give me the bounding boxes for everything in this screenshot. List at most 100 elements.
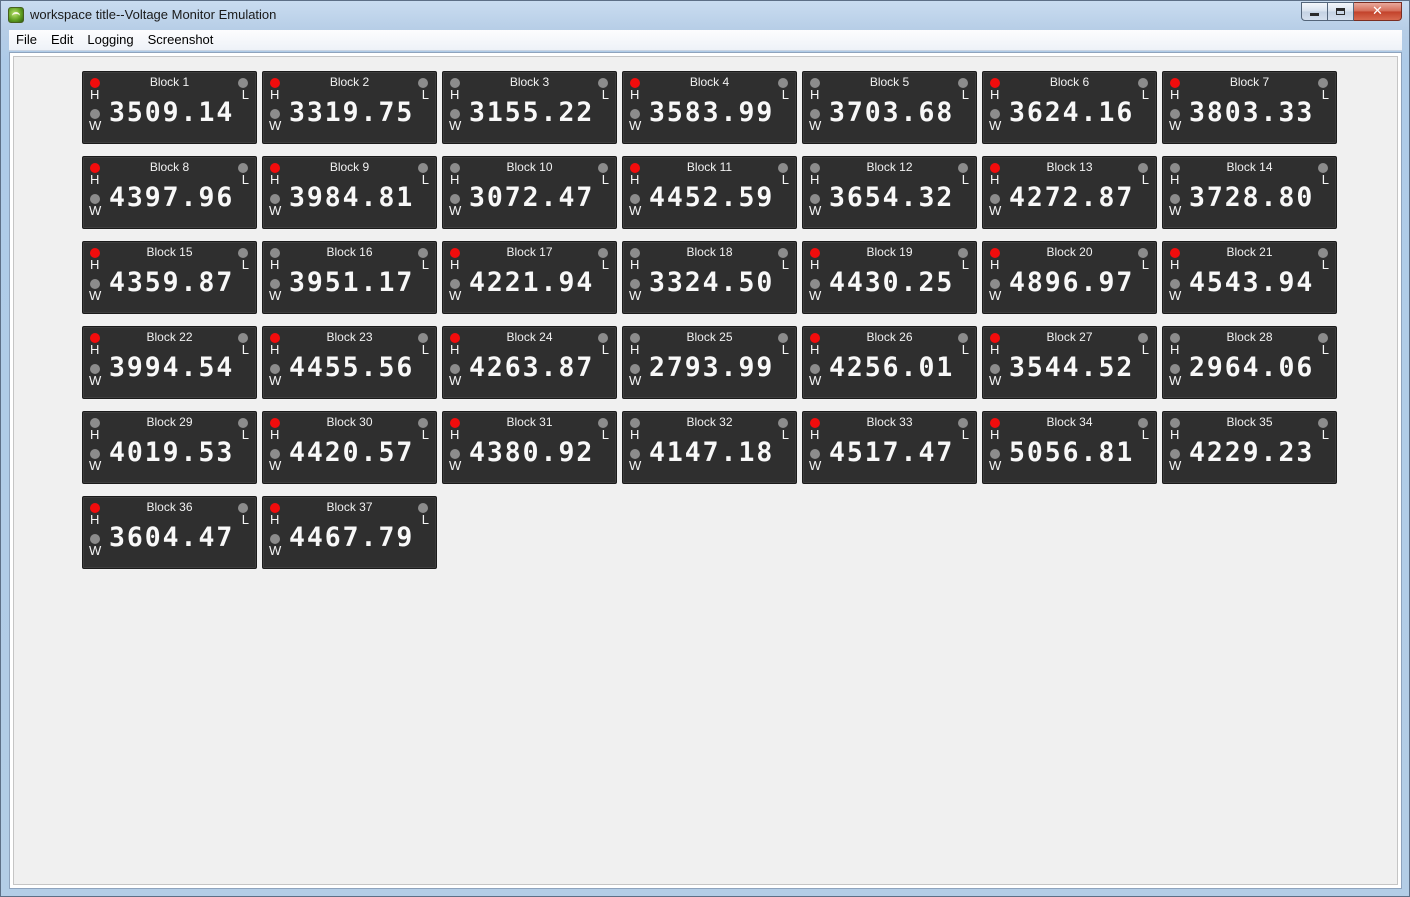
low-label: L [961, 257, 969, 272]
voltage-block[interactable]: Block 28 H W L 2964.06 [1162, 326, 1337, 399]
voltage-readout: 3583.99 [649, 97, 775, 128]
voltage-block[interactable]: Block 2 H W L 3319.75 [262, 71, 437, 144]
low-label: L [421, 512, 429, 527]
high-label: H [270, 427, 280, 442]
voltage-block[interactable]: Block 9 H W L 3984.81 [262, 156, 437, 229]
voltage-block[interactable]: Block 19 H W L 4430.25 [802, 241, 977, 314]
minimize-icon [1310, 12, 1319, 16]
high-label: H [810, 172, 820, 187]
block-title: Block 30 [326, 415, 373, 429]
low-label: L [601, 257, 609, 272]
low-label: L [241, 342, 249, 357]
menu-logging[interactable]: Logging [80, 30, 140, 50]
voltage-block[interactable]: Block 17 H W L 4221.94 [442, 241, 617, 314]
voltage-block[interactable]: Block 22 H W L 3994.54 [82, 326, 257, 399]
block-title: Block 3 [509, 75, 550, 89]
voltage-block[interactable]: Block 5 H W L 3703.68 [802, 71, 977, 144]
minimize-button[interactable] [1301, 2, 1328, 21]
warning-label: W [269, 288, 282, 303]
block-title: Block 18 [686, 245, 733, 259]
high-label: H [450, 172, 460, 187]
app-window: workspace title--Voltage Monitor Emulati… [0, 0, 1410, 897]
high-label: H [1170, 87, 1180, 102]
high-label: H [270, 512, 280, 527]
voltage-block[interactable]: Block 32 H W L 4147.18 [622, 411, 797, 484]
warning-label: W [809, 288, 822, 303]
voltage-block[interactable]: Block 8 H W L 4397.96 [82, 156, 257, 229]
block-title: Block 14 [1226, 160, 1273, 174]
voltage-block[interactable]: Block 24 H W L 4263.87 [442, 326, 617, 399]
voltage-block[interactable]: Block 29 H W L 4019.53 [82, 411, 257, 484]
block-title: Block 28 [1226, 330, 1273, 344]
block-title: Block 17 [506, 245, 553, 259]
voltage-readout: 4147.18 [649, 437, 775, 468]
voltage-readout: 3728.80 [1189, 182, 1315, 213]
block-title: Block 29 [146, 415, 193, 429]
low-label: L [781, 87, 789, 102]
voltage-block[interactable]: Block 3 H W L 3155.22 [442, 71, 617, 144]
close-button[interactable]: ✕ [1354, 2, 1402, 21]
low-label: L [241, 172, 249, 187]
voltage-block[interactable]: Block 20 H W L 4896.97 [982, 241, 1157, 314]
warning-label: W [89, 118, 102, 133]
menu-edit[interactable]: Edit [44, 30, 80, 50]
voltage-block[interactable]: Block 18 H W L 3324.50 [622, 241, 797, 314]
voltage-readout: 4019.53 [109, 437, 235, 468]
voltage-block[interactable]: Block 13 H W L 4272.87 [982, 156, 1157, 229]
block-title: Block 9 [329, 160, 370, 174]
low-label: L [781, 172, 789, 187]
voltage-readout: 3994.54 [109, 352, 235, 383]
warning-label: W [89, 458, 102, 473]
voltage-block[interactable]: Block 31 H W L 4380.92 [442, 411, 617, 484]
voltage-block[interactable]: Block 11 H W L 4452.59 [622, 156, 797, 229]
voltage-block[interactable]: Block 21 H W L 4543.94 [1162, 241, 1337, 314]
low-label: L [241, 257, 249, 272]
voltage-block[interactable]: Block 27 H W L 3544.52 [982, 326, 1157, 399]
app-logo-icon[interactable] [8, 7, 24, 23]
voltage-readout: 2964.06 [1189, 352, 1315, 383]
voltage-readout: 3803.33 [1189, 97, 1315, 128]
menu-screenshot[interactable]: Screenshot [141, 30, 221, 50]
voltage-block[interactable]: Block 10 H W L 3072.47 [442, 156, 617, 229]
title-bar[interactable]: workspace title--Voltage Monitor Emulati… [1, 1, 1409, 29]
low-label: L [241, 512, 249, 527]
high-label: H [630, 87, 640, 102]
voltage-block[interactable]: Block 6 H W L 3624.16 [982, 71, 1157, 144]
block-title: Block 27 [1046, 330, 1093, 344]
voltage-block[interactable]: Block 16 H W L 3951.17 [262, 241, 437, 314]
voltage-block[interactable]: Block 14 H W L 3728.80 [1162, 156, 1337, 229]
voltage-block[interactable]: Block 1 H W L 3509.14 [82, 71, 257, 144]
warning-label: W [89, 203, 102, 218]
voltage-block[interactable]: Block 36 H W L 3604.47 [82, 496, 257, 569]
voltage-block[interactable]: Block 33 H W L 4517.47 [802, 411, 977, 484]
maximize-button[interactable] [1328, 2, 1354, 21]
block-title: Block 23 [326, 330, 373, 344]
low-label: L [1321, 342, 1329, 357]
voltage-block[interactable]: Block 4 H W L 3583.99 [622, 71, 797, 144]
voltage-block[interactable]: Block 26 H W L 4256.01 [802, 326, 977, 399]
voltage-block[interactable]: Block 30 H W L 4420.57 [262, 411, 437, 484]
high-label: H [1170, 172, 1180, 187]
high-label: H [450, 87, 460, 102]
voltage-block[interactable]: Block 7 H W L 3803.33 [1162, 71, 1337, 144]
block-title: Block 35 [1226, 415, 1273, 429]
high-label: H [270, 172, 280, 187]
voltage-block[interactable]: Block 25 H W L 2793.99 [622, 326, 797, 399]
voltage-block[interactable]: Block 23 H W L 4455.56 [262, 326, 437, 399]
low-label: L [1141, 427, 1149, 442]
menu-file[interactable]: File [9, 30, 44, 50]
low-label: L [601, 172, 609, 187]
low-label: L [421, 87, 429, 102]
warning-label: W [989, 288, 1002, 303]
voltage-readout: 4452.59 [649, 182, 775, 213]
voltage-readout: 3319.75 [289, 97, 415, 128]
voltage-block[interactable]: Block 15 H W L 4359.87 [82, 241, 257, 314]
warning-label: W [809, 458, 822, 473]
voltage-block[interactable]: Block 34 H W L 5056.81 [982, 411, 1157, 484]
voltage-block[interactable]: Block 37 H W L 4467.79 [262, 496, 437, 569]
low-label: L [421, 427, 429, 442]
voltage-block[interactable]: Block 35 H W L 4229.23 [1162, 411, 1337, 484]
low-label: L [601, 342, 609, 357]
voltage-block[interactable]: Block 12 H W L 3654.32 [802, 156, 977, 229]
block-title: Block 25 [686, 330, 733, 344]
